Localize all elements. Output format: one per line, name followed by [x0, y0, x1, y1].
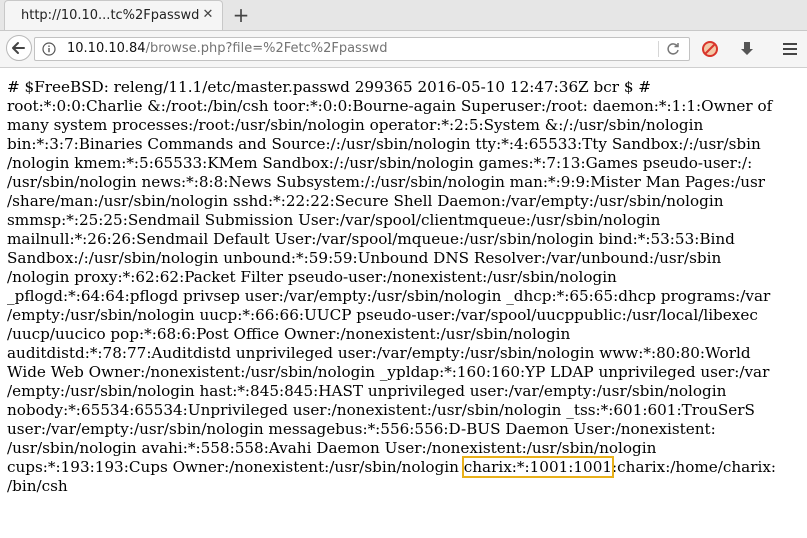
reload-icon[interactable]: [665, 41, 681, 57]
back-button[interactable]: [6, 35, 32, 61]
address-bar[interactable]: 10.10.10.84/browse.php?file=%2Fetc%2Fpas…: [34, 37, 690, 61]
content-line: root:*:0:0:Charlie &:/root:/bin/csh toor…: [7, 97, 773, 115]
plus-icon[interactable]: +: [230, 4, 252, 26]
content-line: Sandbox:/:/usr/sbin/nologin unbound:*:59…: [7, 249, 722, 267]
navigation-toolbar: 10.10.10.84/browse.php?file=%2Fetc%2Fpas…: [0, 31, 807, 68]
content-line: /empty:/usr/sbin/nologin hast:*:845:845:…: [7, 382, 727, 400]
content-line: nobody:*:65534:65534:Unprivileged user:/…: [7, 401, 755, 419]
content-line: cups:*:193:193:Cups Owner:/nonexistent:/…: [7, 456, 805, 478]
charix-entry-rest: :charix:/home/charix:: [612, 458, 776, 476]
content-line: # $FreeBSD: releng/11.1/etc/master.passw…: [7, 78, 652, 96]
back-arrow-icon: [12, 42, 25, 54]
content-line: auditdistd:*:78:77:Auditdistd unprivileg…: [7, 344, 751, 362]
content-line: /share/man:/usr/sbin/nologin sshd:*:22:2…: [7, 192, 724, 210]
blocked-circle-icon[interactable]: [700, 39, 720, 59]
content-line: /nologin kmem:*:5:65533:KMem Sandbox:/:/…: [7, 154, 753, 172]
content-line: /nologin proxy:*:62:62:Packet Filter pse…: [7, 268, 617, 286]
browser-tab[interactable]: http://10.10...tc%2Fpasswd ✕: [4, 0, 223, 30]
info-icon[interactable]: [42, 42, 56, 56]
url-path: /browse.php?file=%2Fetc%2Fpasswd: [145, 41, 388, 56]
content-line: /empty:/usr/sbin/nologin uucp:*:66:66:UU…: [7, 306, 758, 324]
content-line: smmsp:*:25:25:Sendmail Submission User:/…: [7, 211, 661, 229]
urlbar-divider: [658, 41, 659, 57]
close-icon[interactable]: ✕: [200, 7, 216, 23]
content-line: mailnull:*:26:26:Sendmail Default User:/…: [7, 230, 735, 248]
content-line: /bin/csh: [7, 477, 68, 495]
content-line: Wide Web Owner:/nonexistent:/usr/sbin/no…: [7, 363, 770, 381]
content-line: /usr/sbin/nologin avahi:*:558:558:Avahi …: [7, 439, 657, 457]
tab-bar: http://10.10...tc%2Fpasswd ✕ +: [0, 0, 807, 31]
passwd-file-content: # $FreeBSD: releng/11.1/etc/master.passw…: [7, 78, 805, 496]
hamburger-menu-icon[interactable]: [780, 39, 800, 59]
content-line: /usr/sbin/nologin news:*:8:8:News Subsys…: [7, 173, 766, 191]
content-line: /uucp/uucico pop:*:68:6:Post Office Owne…: [7, 325, 571, 343]
tab-title: http://10.10...tc%2Fpasswd: [21, 8, 200, 23]
url-text[interactable]: 10.10.10.84/browse.php?file=%2Fetc%2Fpas…: [67, 41, 387, 56]
highlighted-charix-entry: charix:*:1001:1001: [461, 456, 615, 478]
content-line: bin:*:3:7:Binaries Commands and Source:/…: [7, 135, 761, 153]
url-host: 10.10.10.84: [67, 41, 146, 56]
content-line: _pflogd:*:64:64:pflogd privsep user:/var…: [7, 287, 771, 305]
content-line: many system processes:/root:/usr/sbin/no…: [7, 116, 704, 134]
cups-entry-text: cups:*:193:193:Cups Owner:/nonexistent:/…: [7, 458, 464, 476]
download-arrow-icon[interactable]: [737, 39, 757, 59]
content-line: user:/var/empty:/usr/sbin/nologin messag…: [7, 420, 716, 438]
